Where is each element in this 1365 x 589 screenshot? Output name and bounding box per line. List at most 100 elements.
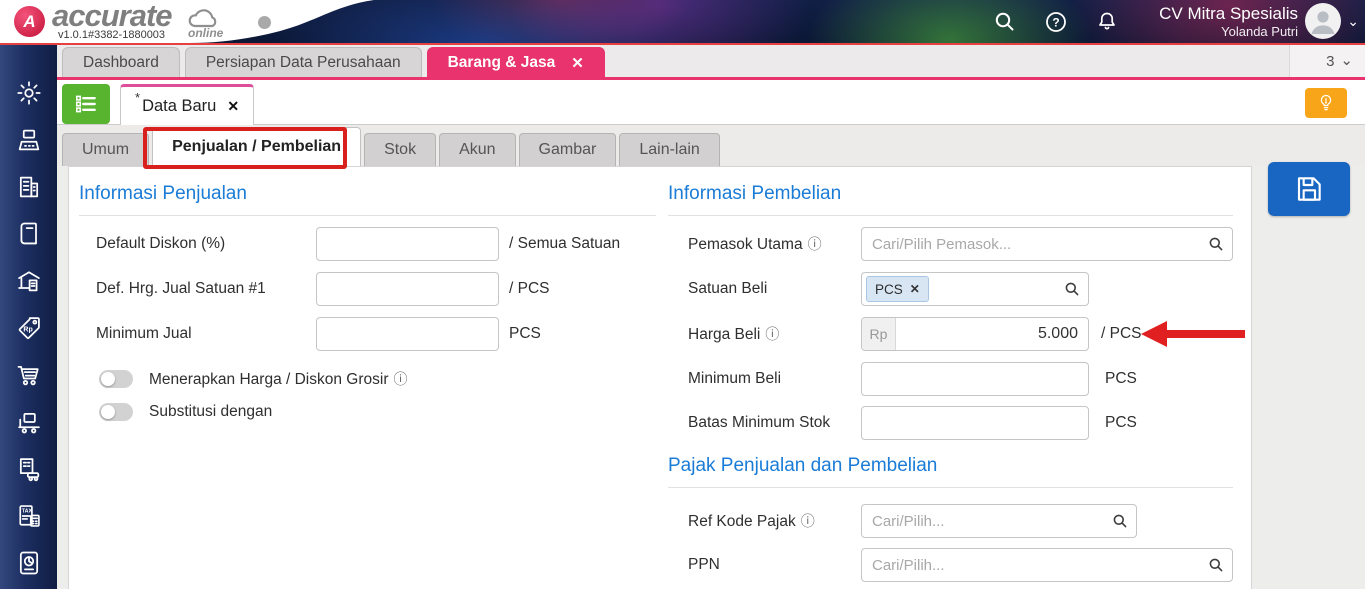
company-building-icon[interactable]	[15, 173, 43, 201]
info-icon[interactable]: ⓘ	[394, 371, 408, 387]
document-toolbar: * Data Baru ✕	[57, 80, 1365, 125]
tab-overflow-dropdown[interactable]: 3 ⌄	[1289, 45, 1365, 77]
search-icon[interactable]	[993, 10, 1017, 34]
suffix-per-pcs-jual: / PCS	[509, 280, 550, 297]
close-tab-icon[interactable]: ✕	[571, 54, 584, 72]
pemasok-input[interactable]	[861, 227, 1233, 261]
suffix-per-pcs-beli: / PCS	[1101, 325, 1142, 342]
app-version: v1.0.1#3382-1880003	[58, 29, 166, 41]
label-toggle-substitusi: Substitusi dengan	[149, 403, 273, 420]
cash-register-icon[interactable]	[15, 126, 43, 154]
delivery-handtruck-icon[interactable]	[15, 408, 43, 436]
brand-online-label: online	[188, 26, 224, 40]
tab-barang-jasa[interactable]: Barang & Jasa ✕	[426, 47, 605, 77]
label-minimum-beli: Minimum Beli	[688, 370, 782, 387]
label-ppn: PPN	[688, 556, 720, 573]
ref-kode-pajak-input[interactable]	[861, 504, 1137, 538]
header-dot	[258, 16, 271, 29]
info-icon[interactable]: ⓘ	[808, 236, 822, 252]
asset-building-car-icon[interactable]	[15, 455, 43, 483]
batas-minimum-stok-input[interactable]	[861, 406, 1089, 440]
settings-icon[interactable]	[15, 79, 43, 107]
chevron-down-icon: ⌄	[1340, 52, 1353, 69]
user-name: Yolanda Putri	[1221, 24, 1298, 39]
suffix-pcs-jual: PCS	[509, 325, 541, 342]
lightbulb-icon	[1320, 94, 1332, 111]
form-panel: Informasi Penjualan Default Diskon (%) /…	[68, 166, 1252, 589]
subtab-penjualan-pembelian[interactable]: Penjualan / Pembelian	[152, 127, 362, 166]
satuan-beli-field: PCS ✕	[861, 272, 1089, 306]
top-header: A accurate online v1.0.1#3382-1880003 ? …	[0, 0, 1365, 43]
pemasok-field	[861, 227, 1233, 261]
list-icon	[75, 95, 96, 113]
ref-kode-pajak-field	[861, 504, 1137, 538]
doc-tab-data-baru[interactable]: * Data Baru ✕	[120, 84, 255, 125]
user-avatar[interactable]	[1305, 3, 1341, 39]
sidebar: Rp TAX	[0, 45, 57, 589]
subtab-gambar[interactable]: Gambar	[518, 133, 617, 166]
minimum-beli-input[interactable]	[861, 362, 1089, 396]
info-icon[interactable]: ⓘ	[801, 513, 815, 529]
tab-persiapan-data-perusahaan[interactable]: Persiapan Data Perusahaan	[184, 47, 422, 77]
toggle-harga-diskon-grosir[interactable]	[99, 370, 133, 388]
section-title-penjualan: Informasi Penjualan	[79, 183, 656, 216]
list-view-button[interactable]	[62, 84, 110, 124]
suffix-pcs-min-beli: PCS	[1105, 370, 1137, 387]
label-satuan-beli: Satuan Beli	[688, 280, 768, 297]
accurate-logo-icon: A	[14, 6, 45, 37]
report-pie-chart-icon[interactable]	[15, 549, 43, 577]
search-icon[interactable]	[1112, 513, 1128, 529]
def-hrg-jual-input[interactable]	[316, 272, 499, 306]
bank-store-icon[interactable]	[15, 267, 43, 295]
tab-dashboard[interactable]: Dashboard	[62, 47, 180, 77]
save-button[interactable]	[1268, 162, 1350, 216]
label-default-diskon: Default Diskon (%)	[96, 235, 226, 252]
subtab-umum[interactable]: Umum	[62, 133, 150, 166]
currency-prefix: Rp	[862, 318, 896, 350]
label-minimum-jual: Minimum Jual	[96, 325, 192, 342]
minimum-jual-input[interactable]	[316, 317, 499, 351]
search-icon[interactable]	[1208, 236, 1224, 252]
section-title-pajak: Pajak Penjualan dan Pembelian	[668, 455, 1233, 488]
label-batas-minimum-stok: Batas Minimum Stok	[688, 414, 831, 431]
price-tag-rp-icon[interactable]: Rp	[15, 314, 43, 342]
search-icon[interactable]	[1064, 281, 1080, 297]
close-doc-tab-icon[interactable]: ✕	[227, 98, 239, 115]
save-floppy-icon	[1297, 177, 1321, 201]
company-name: CV Mitra Spesialis	[1159, 4, 1298, 23]
remove-chip-icon[interactable]: ✕	[910, 282, 920, 296]
harga-beli-field: Rp	[861, 317, 1089, 351]
notifications-bell-icon[interactable]	[1095, 10, 1119, 34]
ppn-field	[861, 548, 1233, 582]
svg-text:TAX: TAX	[21, 508, 32, 514]
search-icon[interactable]	[1208, 557, 1224, 573]
info-icon[interactable]: ⓘ	[765, 326, 779, 342]
subtab-akun[interactable]: Akun	[439, 133, 516, 166]
tips-button[interactable]	[1305, 88, 1347, 118]
account-menu-chevron-icon[interactable]: ⌄	[1347, 14, 1359, 28]
label-pemasok-utama: Pemasok Utama ⓘ	[688, 236, 822, 253]
help-icon[interactable]: ?	[1044, 10, 1068, 34]
label-toggle-grosir: Menerapkan Harga / Diskon Grosir ⓘ	[149, 371, 408, 388]
ppn-input[interactable]	[861, 548, 1233, 582]
section-title-pembelian: Informasi Pembelian	[668, 183, 1233, 216]
app-screen: A accurate online v1.0.1#3382-1880003 ? …	[0, 0, 1365, 589]
subtab-lain-lain[interactable]: Lain-lain	[619, 133, 720, 166]
annotation-arrow	[1141, 321, 1245, 347]
default-diskon-input[interactable]	[316, 227, 499, 261]
unsaved-indicator: *	[135, 90, 141, 105]
form-sub-tabs: Umum Penjualan / Pembelian Stok Akun Gam…	[57, 125, 1365, 166]
shopping-cart-icon[interactable]	[15, 361, 43, 389]
svg-text:Rp: Rp	[23, 326, 32, 333]
label-harga-beli: Harga Beli ⓘ	[688, 326, 780, 343]
satuan-chip-pcs[interactable]: PCS ✕	[866, 276, 929, 302]
company-block: CV Mitra Spesialis Yolanda Putri	[1159, 3, 1298, 40]
suffix-pcs-batas: PCS	[1105, 414, 1137, 431]
label-def-hrg-jual: Def. Hrg. Jual Satuan #1	[96, 280, 266, 297]
tax-document-icon[interactable]: TAX	[15, 502, 43, 530]
main-tab-bar: Dashboard Persiapan Data Perusahaan Bara…	[57, 45, 1365, 80]
toggle-substitusi[interactable]	[99, 403, 133, 421]
subtab-stok[interactable]: Stok	[364, 133, 437, 166]
book-icon[interactable]	[15, 220, 43, 248]
label-ref-kode-pajak: Ref Kode Pajak ⓘ	[688, 513, 815, 530]
